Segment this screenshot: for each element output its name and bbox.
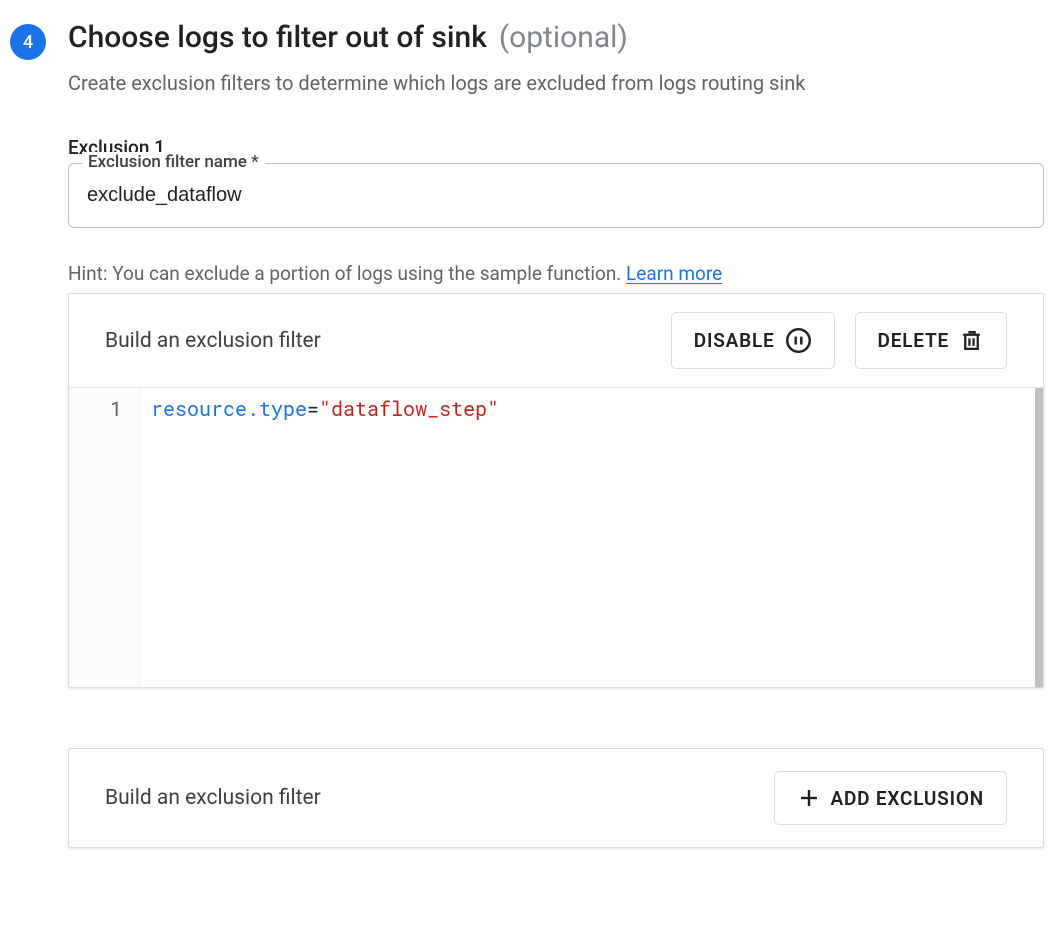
delete-button-label: DELETE	[878, 329, 949, 352]
add-exclusion-label: ADD EXCLUSION	[831, 787, 985, 810]
editor-panel-title: Build an exclusion filter	[105, 329, 321, 353]
disable-button[interactable]: DISABLE	[671, 312, 835, 369]
exclusion-filter-panel: Build an exclusion filter DISABLE DELETE	[68, 293, 1044, 688]
section-title-optional: (optional)	[499, 20, 628, 55]
disable-button-label: DISABLE	[694, 329, 775, 352]
delete-button[interactable]: DELETE	[855, 312, 1007, 369]
section-title-row: Choose logs to filter out of sink (optio…	[68, 20, 1044, 55]
exclusion-name-field-wrapper: Exclusion filter name *	[68, 163, 1044, 228]
add-exclusion-panel: Build an exclusion filter ADD EXCLUSION	[68, 748, 1044, 848]
add-exclusion-button[interactable]: ADD EXCLUSION	[774, 771, 1008, 825]
exclusion-name-label: Exclusion filter name *	[82, 152, 265, 172]
code-identifier: resource.type	[151, 396, 307, 422]
section-title: Choose logs to filter out of sink	[68, 20, 487, 55]
hint-text-row: Hint: You can exclude a portion of logs …	[68, 262, 1044, 285]
exclusion-name-input[interactable]	[68, 163, 1044, 228]
code-content[interactable]: resource.type="dataflow_step"	[141, 388, 1043, 687]
hint-text: Hint: You can exclude a portion of logs …	[68, 262, 626, 285]
add-panel-title: Build an exclusion filter	[105, 786, 321, 810]
code-editor[interactable]: 1 resource.type="dataflow_step"	[69, 387, 1043, 687]
code-gutter: 1	[69, 388, 141, 687]
trash-icon	[959, 327, 984, 354]
step-number: 4	[23, 32, 33, 53]
code-string: "dataflow_step"	[319, 396, 499, 422]
pause-circle-icon	[785, 327, 812, 354]
learn-more-link[interactable]: Learn more	[626, 262, 722, 285]
line-number: 1	[77, 396, 122, 422]
plus-icon	[797, 786, 821, 810]
step-number-badge: 4	[10, 24, 46, 60]
code-operator: =	[307, 396, 319, 422]
section-subtitle: Create exclusion filters to determine wh…	[68, 69, 1044, 98]
